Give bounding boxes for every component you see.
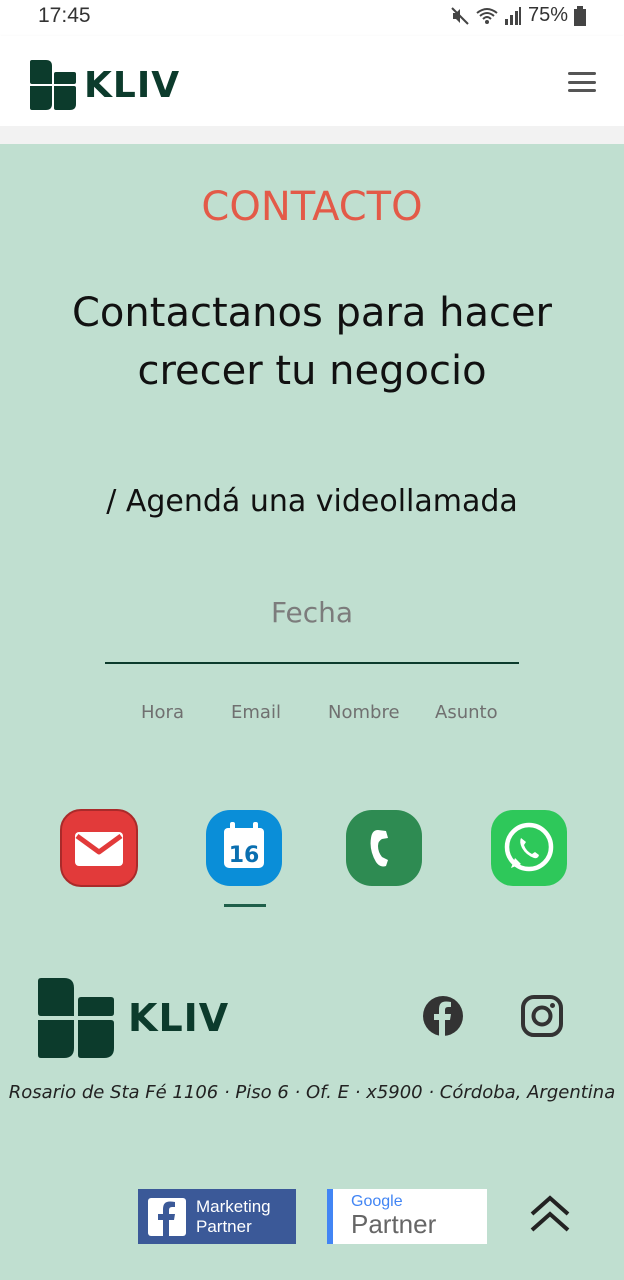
facebook-badge-line2: Partner bbox=[196, 1217, 252, 1236]
status-icons: 75% bbox=[450, 4, 586, 27]
section-label: CONTACTO bbox=[201, 184, 423, 230]
facebook-marketing-partner-badge[interactable]: Marketing Partner bbox=[138, 1189, 296, 1244]
google-wordmark: Google bbox=[351, 1193, 403, 1210]
email-icon[interactable] bbox=[59, 808, 139, 888]
google-badge-line2: Partner bbox=[351, 1209, 437, 1239]
google-partner-badge[interactable]: Google Partner bbox=[327, 1189, 487, 1244]
instagram-icon[interactable] bbox=[520, 994, 564, 1038]
mute-icon bbox=[451, 6, 469, 25]
status-time: 17:45 bbox=[38, 4, 91, 27]
facebook-badge-line1: Marketing bbox=[196, 1197, 271, 1216]
facebook-f-icon bbox=[148, 1198, 186, 1236]
date-input[interactable]: Fecha bbox=[105, 590, 519, 664]
tab-hora[interactable]: Hora bbox=[141, 702, 184, 723]
calendar-icon[interactable]: 16 bbox=[204, 808, 284, 888]
hamburger-menu-icon[interactable] bbox=[568, 72, 596, 92]
page-headline: Contactanos para hacer crecer tu negocio bbox=[72, 290, 552, 394]
status-bar: 17:45 75% bbox=[0, 0, 624, 36]
footer-logo[interactable]: KLIV bbox=[38, 978, 229, 1058]
tab-asunto[interactable]: Asunto bbox=[435, 702, 498, 723]
brand-name: KLIV bbox=[84, 64, 181, 106]
footer-brand-name: KLIV bbox=[128, 996, 230, 1040]
battery-icon bbox=[574, 5, 586, 26]
signal-icon bbox=[504, 6, 521, 25]
brand-logo[interactable]: KLIV bbox=[30, 60, 180, 110]
video-call-subheading: / Agendá una videollamada bbox=[106, 484, 518, 519]
facebook-badge-text: Marketing Partner bbox=[196, 1197, 271, 1237]
kliv-leaf-logo-icon bbox=[38, 978, 114, 1058]
phone-icon[interactable] bbox=[344, 808, 424, 888]
office-address: Rosario de Sta Fé 1106 · Piso 6 · Of. E … bbox=[8, 1082, 616, 1103]
app-header: KLIV bbox=[0, 36, 624, 126]
double-chevron-up-icon[interactable] bbox=[526, 1190, 574, 1238]
kliv-leaf-logo-icon bbox=[30, 60, 76, 110]
tab-email[interactable]: Email bbox=[231, 702, 281, 723]
whatsapp-icon[interactable] bbox=[489, 808, 569, 888]
facebook-icon[interactable] bbox=[421, 994, 465, 1038]
battery-percent: 75% bbox=[527, 4, 568, 26]
header-shadow-band bbox=[0, 126, 624, 144]
wifi-icon bbox=[476, 7, 498, 24]
tab-nombre[interactable]: Nombre bbox=[328, 702, 400, 723]
active-channel-indicator bbox=[224, 904, 266, 907]
calendar-day-label: 16 bbox=[229, 843, 260, 868]
